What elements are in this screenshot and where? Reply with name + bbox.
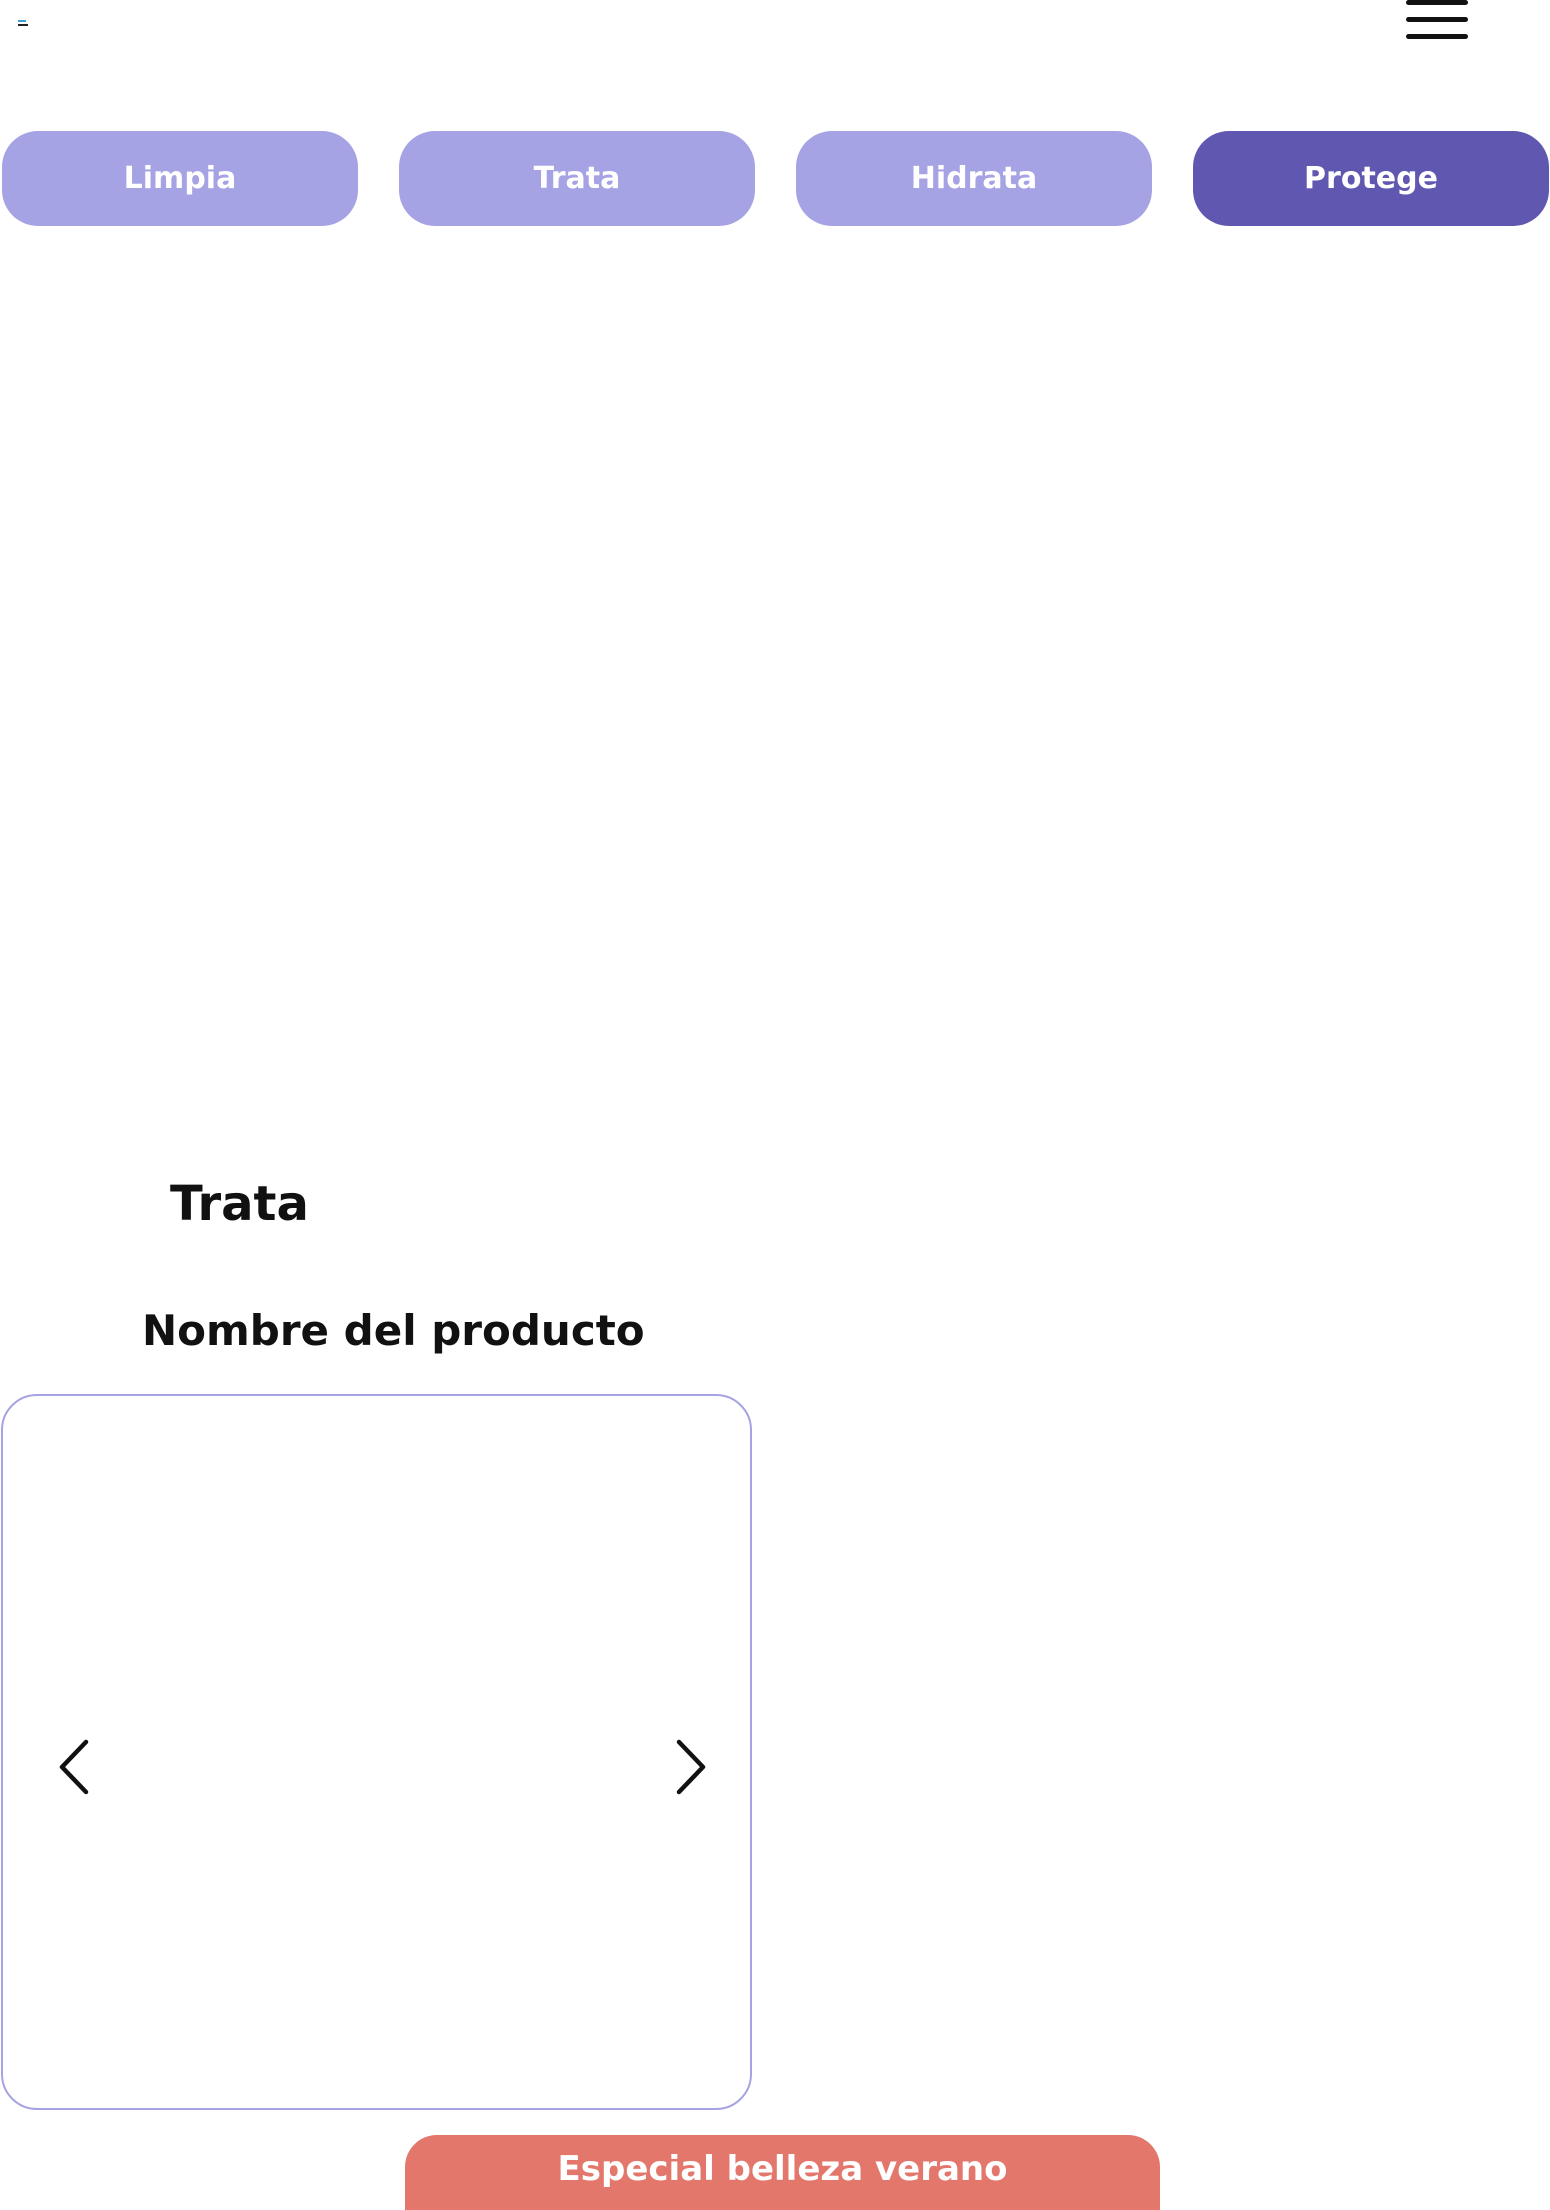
- logo-stripe-bottom: [18, 24, 28, 26]
- menu-bar-bottom: [1406, 34, 1468, 39]
- page: Limpia Trata Hidrata Protege Trata Nombr…: [0, 0, 1550, 2210]
- chevron-left-icon[interactable]: [50, 1738, 100, 1796]
- logo-stripe-top: [18, 20, 26, 22]
- promo-label: Especial belleza verano: [557, 2149, 1008, 2189]
- menu-bar-top: [1406, 0, 1468, 5]
- product-carousel: [1, 1394, 752, 2110]
- menu-bar-middle: [1406, 17, 1468, 22]
- tab-label: Hidrata: [910, 161, 1038, 196]
- tab-trata[interactable]: Trata: [399, 131, 755, 226]
- product-name: Nombre del producto: [142, 1306, 645, 1355]
- tab-label: Limpia: [123, 161, 237, 196]
- tab-label: Protege: [1304, 161, 1438, 196]
- promo-banner-button[interactable]: Especial belleza verano: [405, 2135, 1160, 2210]
- hamburger-menu-icon[interactable]: [1400, 0, 1474, 42]
- tab-hidrata[interactable]: Hidrata: [796, 131, 1152, 226]
- chevron-right-icon[interactable]: [665, 1738, 715, 1796]
- tab-label: Trata: [533, 161, 621, 196]
- logo-icon[interactable]: [18, 20, 28, 27]
- tab-limpia[interactable]: Limpia: [2, 131, 358, 226]
- tab-protege[interactable]: Protege: [1193, 131, 1549, 226]
- section-title: Trata: [170, 1176, 309, 1232]
